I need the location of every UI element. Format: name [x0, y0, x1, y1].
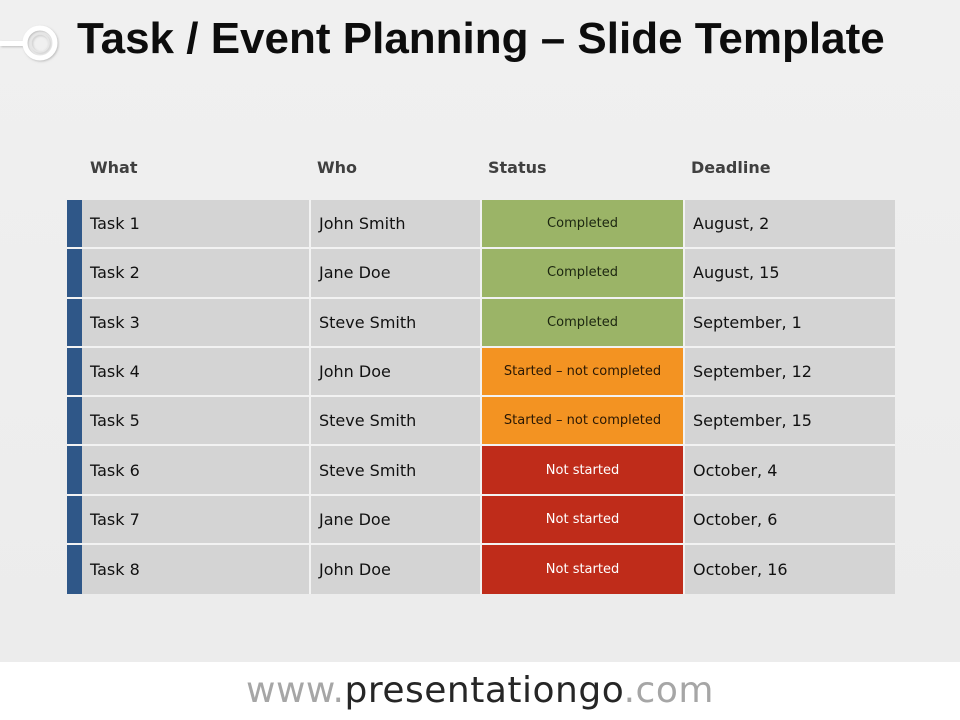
cell-who: John Doe: [309, 347, 480, 396]
column-header-what: What: [90, 158, 138, 177]
status-badge: Not started: [480, 545, 683, 595]
cell-who: Steve Smith: [309, 397, 480, 445]
status-badge: Started – not completed: [480, 397, 683, 445]
cell-who: Jane Doe: [309, 495, 480, 544]
cell-deadline: October, 4: [683, 446, 895, 494]
table-row: Task 4 John Doe Started – not completed Sep…: [67, 347, 895, 398]
row-accent-bar: [67, 200, 82, 248]
slide-title: Task / Event Planning – Slide Template: [77, 14, 885, 63]
status-badge: Completed: [480, 249, 683, 297]
row-accent-bar: [67, 249, 82, 297]
cell-deadline: September, 15: [683, 397, 895, 445]
footer-url: www.presentationgo.com: [0, 662, 960, 720]
table-row: Task 5 Steve Smith Started – not completed…: [67, 397, 895, 447]
table-row: Task 2 Jane Doe Completed August, 15: [67, 249, 895, 299]
cell-what: Task 8: [82, 545, 309, 595]
cell-deadline: August, 2: [683, 200, 895, 248]
row-accent-bar: [67, 495, 82, 544]
cell-what: Task 6: [82, 446, 309, 494]
cell-who: Jane Doe: [309, 249, 480, 297]
footer-prefix: www.: [246, 670, 345, 711]
cell-what: Task 3: [82, 298, 309, 346]
table-row: Task 1 John Smith Completed August, 2: [67, 200, 895, 250]
cell-who: John Smith: [309, 200, 480, 248]
row-accent-bar: [67, 298, 82, 346]
table-row: Task 3 Steve Smith Completed September, 1: [67, 298, 895, 348]
cell-what: Task 5: [82, 397, 309, 445]
row-accent-bar: [67, 545, 82, 595]
row-accent-bar: [67, 446, 82, 494]
table-row: Task 8 John Doe Not started October, 16: [67, 545, 895, 595]
column-header-who: Who: [317, 158, 358, 177]
cell-deadline: October, 16: [683, 545, 895, 595]
row-accent-bar: [67, 397, 82, 445]
status-badge: Completed: [480, 200, 683, 248]
status-badge: Not started: [480, 446, 683, 494]
pin-decoration-icon: [0, 25, 58, 61]
cell-who: John Doe: [309, 545, 480, 595]
cell-deadline: September, 12: [683, 347, 895, 396]
cell-deadline: October, 6: [683, 495, 895, 544]
row-accent-bar: [67, 347, 82, 396]
cell-what: Task 4: [82, 347, 309, 396]
cell-what: Task 2: [82, 249, 309, 297]
column-header-deadline: Deadline: [691, 158, 771, 177]
cell-deadline: September, 1: [683, 298, 895, 346]
table-row: Task 6 Steve Smith Not started October, 4: [67, 446, 895, 496]
cell-deadline: August, 15: [683, 249, 895, 297]
cell-who: Steve Smith: [309, 446, 480, 494]
status-badge: Started – not completed: [480, 347, 683, 396]
status-badge: Completed: [480, 298, 683, 346]
footer-suffix: .com: [623, 670, 714, 711]
cell-who: Steve Smith: [309, 298, 480, 346]
slide-background: Task / Event Planning – Slide Template W…: [0, 0, 960, 662]
footer-brand: presentationgo: [344, 670, 624, 711]
cell-what: Task 1: [82, 200, 309, 248]
task-table: Task 1 John Smith Completed August, 2 Task 2…: [67, 200, 895, 595]
status-badge: Not started: [480, 495, 683, 544]
cell-what: Task 7: [82, 495, 309, 544]
column-header-status: Status: [488, 158, 547, 177]
table-row: Task 7 Jane Doe Not started October, 6: [67, 495, 895, 546]
table-header: What Who Status Deadline: [0, 158, 960, 180]
